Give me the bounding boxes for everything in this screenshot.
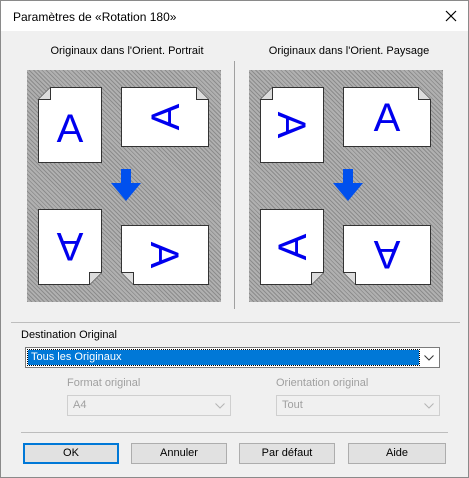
chevron-down-icon xyxy=(424,402,434,409)
format-value: A4 xyxy=(73,399,87,411)
landscape-result-card: A xyxy=(343,225,431,285)
card-glyph: A xyxy=(271,233,315,260)
destination-value: Tous les Originaux xyxy=(27,349,420,366)
preview-divider xyxy=(234,61,235,309)
window-title: Paramètres de «Rotation 180» xyxy=(13,10,177,24)
orientation-value: Tout xyxy=(282,399,303,411)
dropdown-button[interactable] xyxy=(421,350,437,365)
format-select[interactable]: A4 xyxy=(67,395,231,416)
chevron-down-icon xyxy=(215,402,225,409)
destination-select[interactable]: Tous les Originaux xyxy=(25,347,440,368)
close-icon xyxy=(445,10,457,22)
title-bar: Paramètres de «Rotation 180» xyxy=(1,1,468,31)
portrait-caption: Originaux dans l'Orient. Portrait xyxy=(50,45,204,57)
orientation-preview: Originaux dans l'Orient. Portrait Origin… xyxy=(11,33,460,323)
card-glyph: A xyxy=(374,96,401,140)
card-glyph: A xyxy=(57,107,84,151)
portrait-result-card: A xyxy=(38,209,102,285)
portrait-original-card: A xyxy=(260,87,324,163)
card-glyph: A xyxy=(373,232,400,276)
help-button[interactable]: Aide xyxy=(348,443,446,464)
landscape-original-card: A xyxy=(343,87,431,147)
card-glyph: A xyxy=(144,103,188,130)
landscape-preview-panel: A A A A xyxy=(249,70,443,302)
arrow-down-icon xyxy=(111,169,141,201)
card-glyph: A xyxy=(56,224,83,268)
portrait-result-card: A xyxy=(260,209,324,285)
flow-arrow xyxy=(111,169,141,201)
portrait-original-card: A xyxy=(38,87,102,163)
button-divider xyxy=(21,432,448,433)
orientation-label: Orientation original xyxy=(276,377,369,389)
card-glyph: A xyxy=(269,112,313,139)
card-glyph: A xyxy=(142,242,186,269)
portrait-preview-panel: A A A A xyxy=(27,70,221,302)
destination-label: Destination Original xyxy=(21,329,117,341)
format-label: Format original xyxy=(67,377,141,389)
rotation-settings-dialog: Paramètres de «Rotation 180» Originaux d… xyxy=(0,0,469,478)
arrow-down-icon xyxy=(333,169,363,201)
landscape-caption: Originaux dans l'Orient. Paysage xyxy=(268,45,430,57)
default-button[interactable]: Par défaut xyxy=(239,443,335,464)
landscape-original-card: A xyxy=(121,87,209,147)
flow-arrow xyxy=(333,169,363,201)
cancel-button[interactable]: Annuler xyxy=(131,443,227,464)
ok-button[interactable]: OK xyxy=(23,443,119,464)
landscape-result-card: A xyxy=(121,225,209,285)
chevron-down-icon xyxy=(424,354,434,361)
orientation-select[interactable]: Tout xyxy=(276,395,440,416)
dropdown-button[interactable] xyxy=(212,398,228,413)
close-button[interactable] xyxy=(438,4,464,28)
dropdown-button[interactable] xyxy=(421,398,437,413)
